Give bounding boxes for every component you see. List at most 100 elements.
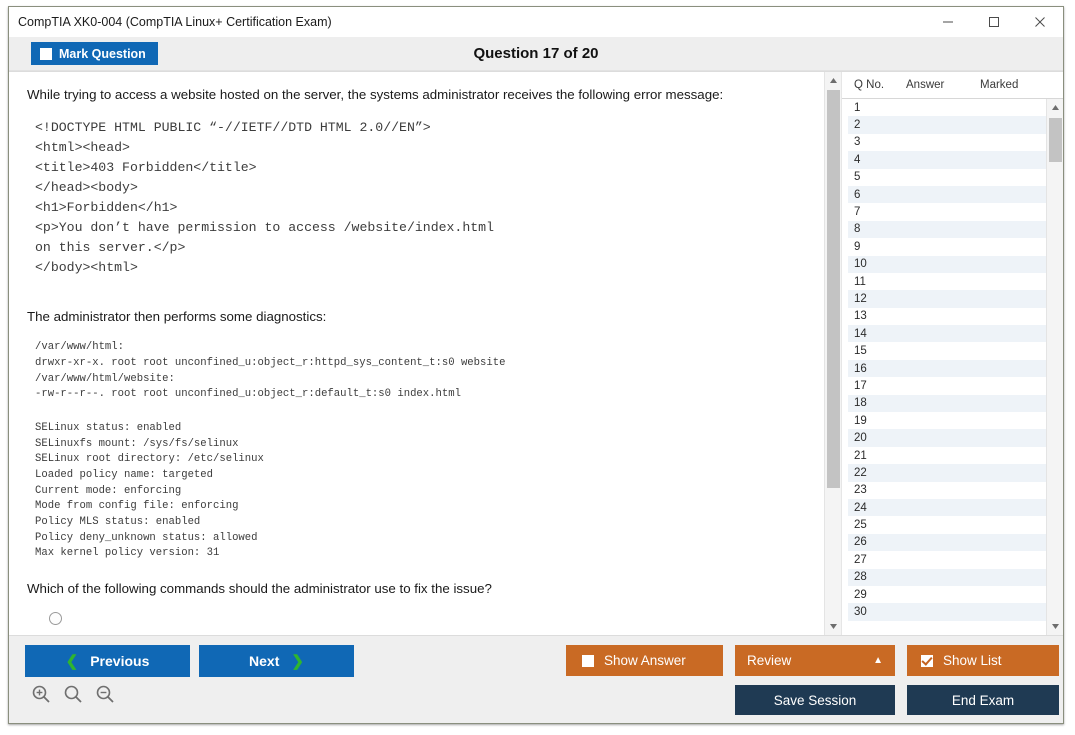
question-list-cell-qno: 30: [848, 606, 906, 618]
question-list-row[interactable]: 3: [848, 134, 1046, 151]
review-dropdown-button[interactable]: Review ▲: [735, 645, 895, 676]
list-scroll-up-icon[interactable]: [1047, 99, 1063, 116]
question-list-row[interactable]: 22: [848, 464, 1046, 481]
question-list-cell-qno: 8: [848, 223, 906, 235]
question-list-header: Q No. Answer Marked: [842, 72, 1063, 98]
diagnostics-intro: The administrator then performs some dia…: [27, 308, 825, 326]
review-label: Review: [747, 653, 791, 668]
question-list-cell-qno: 16: [848, 363, 906, 375]
close-icon[interactable]: [1017, 7, 1063, 37]
question-list-row[interactable]: 14: [848, 325, 1046, 342]
show-answer-checkbox[interactable]: [582, 655, 594, 667]
next-button[interactable]: Next ❯: [199, 645, 354, 677]
question-scrollbar[interactable]: [824, 72, 841, 635]
exam-body: While trying to access a website hosted …: [9, 71, 1063, 635]
question-list-cell-qno: 7: [848, 206, 906, 218]
question-list-scrollbar-thumb[interactable]: [1049, 118, 1062, 162]
previous-button[interactable]: ❮ Previous: [25, 645, 190, 677]
question-list-cell-qno: 1: [848, 102, 906, 114]
question-list-pane: Q No. Answer Marked 12345678910111213141…: [842, 72, 1063, 635]
question-list-cell-qno: 23: [848, 484, 906, 496]
answer-option-radio[interactable]: [49, 612, 62, 625]
mark-question-button[interactable]: Mark Question: [31, 42, 158, 65]
mark-question-checkbox[interactable]: [40, 48, 52, 60]
maximize-icon[interactable]: [971, 7, 1017, 37]
zoom-in-icon[interactable]: [31, 684, 51, 704]
question-list-row[interactable]: 21: [848, 447, 1046, 464]
question-list-row[interactable]: 4: [848, 151, 1046, 168]
selinux-status-block: SELinux status: enabled SELinuxfs mount:…: [35, 421, 825, 562]
question-list-row[interactable]: 5: [848, 169, 1046, 186]
question-list-row[interactable]: 2: [848, 116, 1046, 133]
window-title: CompTIA XK0-004 (CompTIA Linux+ Certific…: [9, 15, 332, 29]
question-list-cell-qno: 29: [848, 589, 906, 601]
question-list-row[interactable]: 10: [848, 256, 1046, 273]
question-list-row[interactable]: 20: [848, 429, 1046, 446]
window-controls: [925, 7, 1063, 37]
question-list-cell-qno: 18: [848, 397, 906, 409]
question-list-row[interactable]: 1: [848, 99, 1046, 116]
question-list-row[interactable]: 16: [848, 360, 1046, 377]
question-list-row[interactable]: 26: [848, 534, 1046, 551]
exam-header: Mark Question Question 17 of 20: [9, 37, 1063, 71]
question-list-row[interactable]: 11: [848, 273, 1046, 290]
list-scroll-down-icon[interactable]: [1047, 618, 1063, 635]
question-list-cell-qno: 3: [848, 136, 906, 148]
question-list-row[interactable]: 17: [848, 377, 1046, 394]
question-list-row[interactable]: 28: [848, 569, 1046, 586]
question-list-cell-qno: 27: [848, 554, 906, 566]
question-list-row[interactable]: 24: [848, 499, 1046, 516]
show-list-checkbox[interactable]: [921, 655, 933, 667]
question-list-cell-qno: 17: [848, 380, 906, 392]
show-list-button[interactable]: Show List: [907, 645, 1059, 676]
question-scrollbar-thumb[interactable]: [827, 90, 840, 488]
question-intro: While trying to access a website hosted …: [27, 86, 825, 104]
zoom-reset-icon[interactable]: [63, 684, 83, 704]
question-list-row[interactable]: 18: [848, 395, 1046, 412]
question-list-row[interactable]: 12: [848, 290, 1046, 307]
question-list-cell-qno: 25: [848, 519, 906, 531]
question-list-cell-qno: 22: [848, 467, 906, 479]
question-list-cell-qno: 2: [848, 119, 906, 131]
question-list-row[interactable]: 29: [848, 586, 1046, 603]
zoom-toolbar: [31, 684, 115, 704]
end-exam-label: End Exam: [952, 693, 1014, 708]
question-list-row[interactable]: 13: [848, 308, 1046, 325]
question-list-cell-qno: 9: [848, 241, 906, 253]
question-list-row[interactable]: 15: [848, 342, 1046, 359]
question-list-cell-qno: 6: [848, 189, 906, 201]
question-list-cell-qno: 20: [848, 432, 906, 444]
question-prompt: Which of the following commands should t…: [27, 580, 825, 598]
scroll-up-icon[interactable]: [825, 72, 842, 89]
question-list-row[interactable]: 8: [848, 221, 1046, 238]
question-list-row[interactable]: 19: [848, 412, 1046, 429]
minimize-icon[interactable]: [925, 7, 971, 37]
exam-window: CompTIA XK0-004 (CompTIA Linux+ Certific…: [8, 6, 1064, 724]
question-list-cell-qno: 19: [848, 415, 906, 427]
question-list-row[interactable]: 23: [848, 482, 1046, 499]
question-list-row[interactable]: 25: [848, 516, 1046, 533]
next-label: Next: [249, 653, 279, 669]
question-list-cell-qno: 10: [848, 258, 906, 270]
mark-question-label: Mark Question: [59, 47, 146, 61]
show-answer-button[interactable]: Show Answer: [566, 645, 723, 676]
question-list-row[interactable]: 27: [848, 551, 1046, 568]
question-list-scrollbar[interactable]: [1046, 99, 1063, 635]
question-list-cell-qno: 4: [848, 154, 906, 166]
question-list-cell-qno: 14: [848, 328, 906, 340]
end-exam-button[interactable]: End Exam: [907, 685, 1059, 715]
window-titlebar: CompTIA XK0-004 (CompTIA Linux+ Certific…: [9, 7, 1063, 37]
question-list-cell-qno: 21: [848, 450, 906, 462]
question-list-row[interactable]: 7: [848, 203, 1046, 220]
question-list-row[interactable]: 30: [848, 603, 1046, 620]
question-list-row[interactable]: 9: [848, 238, 1046, 255]
scroll-down-icon[interactable]: [825, 618, 842, 635]
save-session-button[interactable]: Save Session: [735, 685, 895, 715]
page-title: Question 17 of 20: [9, 45, 1063, 62]
show-list-label: Show List: [943, 653, 1002, 668]
chevron-up-icon: ▲: [873, 656, 883, 666]
zoom-out-icon[interactable]: [95, 684, 115, 704]
question-list-scroll-area: 1234567891011121314151617181920212223242…: [842, 98, 1063, 635]
error-code-block: <!DOCTYPE HTML PUBLIC “-//IETF//DTD HTML…: [35, 118, 825, 279]
question-list-row[interactable]: 6: [848, 186, 1046, 203]
